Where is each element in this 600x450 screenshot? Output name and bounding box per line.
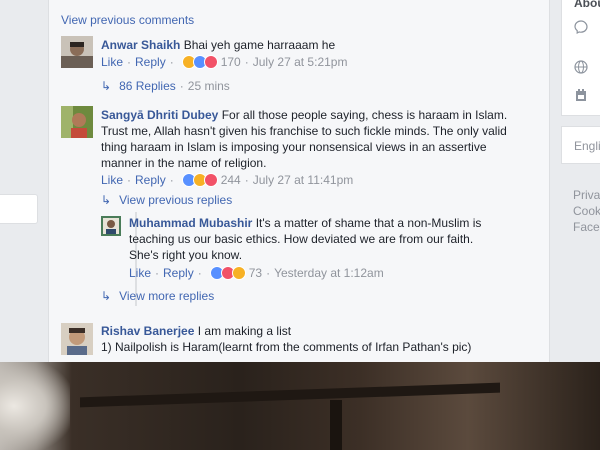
reply-button[interactable]: Reply (163, 266, 194, 280)
view-more-replies-link[interactable]: ↳ View more replies (101, 289, 214, 303)
meta-separator: · (244, 173, 249, 187)
comment-author[interactable]: Rishav Banerjee (101, 324, 194, 338)
reply-timestamp[interactable]: Yesterday at 1:12am (274, 266, 384, 280)
photo-table-leg (330, 400, 342, 450)
reaction-count[interactable]: 73 (249, 266, 262, 280)
reply-button[interactable]: Reply (135, 55, 166, 69)
language-selector[interactable]: Engli (561, 126, 600, 164)
avatar[interactable] (61, 36, 93, 68)
photo-highlight (0, 362, 70, 450)
comment-meta: Like · Reply · 244 · July 27 at 11:41pm (101, 173, 353, 187)
facebook-link[interactable]: Face (573, 220, 600, 234)
comment-timestamp[interactable]: July 27 at 11:41pm (253, 173, 354, 187)
meta-separator: · (127, 55, 132, 69)
reply-meta: Like · Reply · 73 · Yesterday at 1:12am (129, 266, 384, 280)
avatar[interactable] (61, 106, 93, 138)
reaction-icons[interactable] (181, 173, 218, 187)
comment-meta: Like · Reply · 170 · July 27 at 5:21pm (101, 55, 347, 69)
comment-author[interactable]: Sangyā Dhriti Dubey (101, 108, 218, 122)
love-reaction-icon (203, 55, 218, 69)
meta-separator: · (244, 55, 249, 69)
avatar[interactable] (101, 216, 121, 236)
calendar-icon (574, 88, 588, 105)
meta-separator: · (169, 55, 174, 69)
about-card: Abou (561, 0, 600, 116)
avatar[interactable] (61, 323, 93, 355)
reaction-icons[interactable] (181, 55, 218, 69)
reaction-icons[interactable] (209, 266, 246, 280)
comment-text: I am making a list (197, 324, 292, 338)
meta-separator: · (179, 79, 184, 93)
reaction-count[interactable]: 170 (221, 55, 241, 69)
comments-section: View previous comments Anwar Shaikh Bhai… (49, 0, 549, 362)
meta-separator: · (155, 266, 160, 280)
meta-separator: · (197, 266, 202, 280)
cookies-link[interactable]: Cook (573, 204, 600, 218)
view-previous-replies-link[interactable]: ↳ View previous replies (101, 193, 232, 207)
like-button[interactable]: Like (101, 173, 123, 187)
replies-time: 25 mins (187, 79, 230, 93)
reply-author[interactable]: Muhammad Mubashir (129, 216, 252, 230)
view-previous-replies-label[interactable]: View previous replies (119, 193, 232, 207)
reply-arrow-icon: ↳ (101, 79, 112, 93)
reply-arrow-icon: ↳ (101, 193, 112, 207)
post-feed: View previous comments Anwar Shaikh Bhai… (48, 0, 550, 362)
globe-icon (574, 60, 588, 77)
comment-timestamp[interactable]: July 27 at 5:21pm (253, 55, 348, 69)
photo-table-edge (80, 382, 500, 408)
background-photo (0, 362, 600, 450)
view-previous-comments-link[interactable]: View previous comments (61, 13, 194, 27)
like-button[interactable]: Like (129, 266, 151, 280)
about-heading: Abou (574, 0, 600, 10)
right-sidebar: Abou Engli Priva Cook Face (551, 0, 600, 362)
meta-separator: · (127, 173, 132, 187)
left-sidebar (0, 0, 48, 362)
love-reaction-icon (203, 173, 218, 187)
meta-separator: · (266, 266, 271, 280)
reaction-count[interactable]: 244 (221, 173, 241, 187)
comment-author[interactable]: Anwar Shaikh (101, 38, 180, 52)
comment-text-line2: 1) Nailpolish is Haram(learnt from the c… (101, 340, 472, 354)
reply-button[interactable]: Reply (135, 173, 166, 187)
replies-count-label[interactable]: 86 Replies (119, 79, 176, 93)
privacy-link[interactable]: Priva (573, 188, 600, 202)
view-more-replies-label[interactable]: View more replies (119, 289, 214, 303)
meta-separator: · (169, 173, 174, 187)
replies-link[interactable]: ↳ 86 Replies · 25 mins (101, 79, 230, 93)
messenger-icon (574, 20, 588, 37)
comment-text: Bhai yeh game harraaam he (183, 38, 336, 52)
like-button[interactable]: Like (101, 55, 123, 69)
haha-reaction-icon (231, 266, 246, 280)
left-sidebar-box (0, 194, 38, 224)
reply-arrow-icon: ↳ (101, 289, 112, 303)
